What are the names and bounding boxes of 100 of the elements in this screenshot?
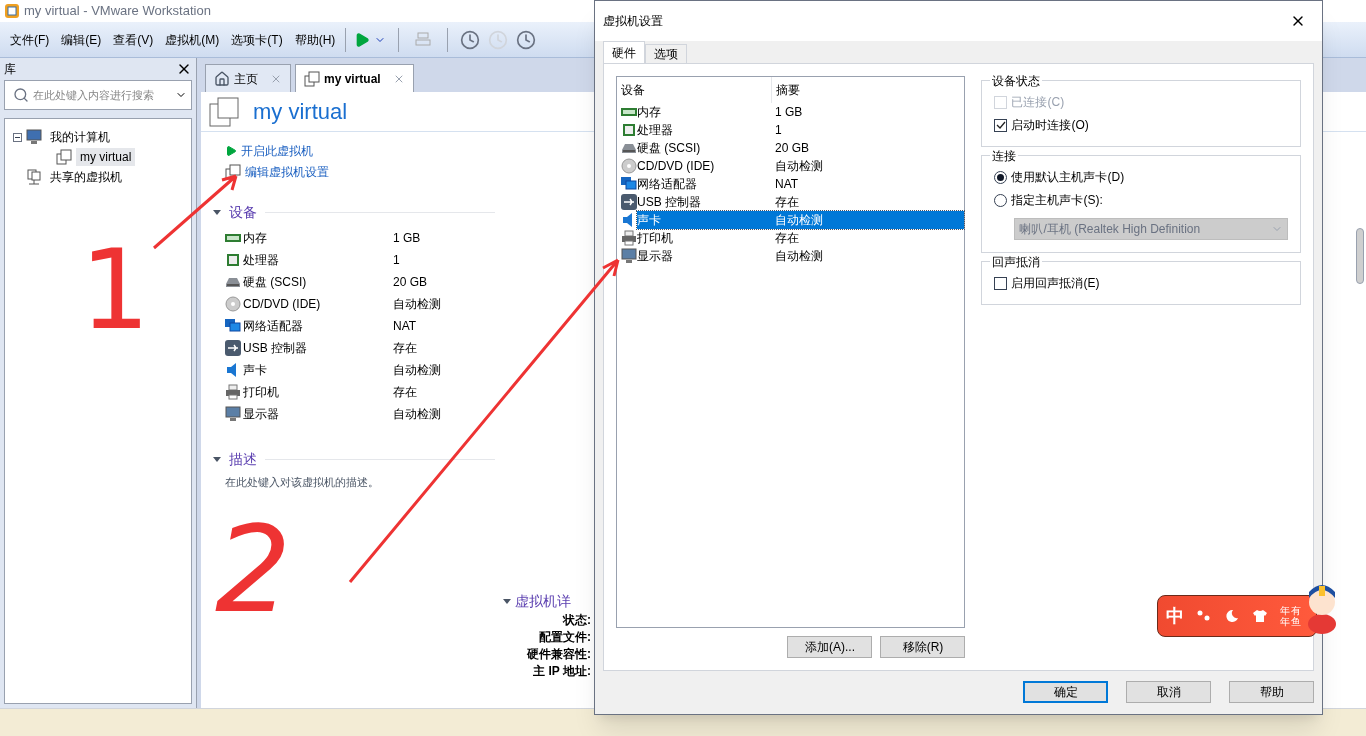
menu-item[interactable]: 文件(F) [4, 30, 56, 49]
usb-icon [225, 340, 241, 356]
menu-item[interactable]: 选项卡(T) [225, 30, 289, 49]
group-title: 回声抵消 [990, 253, 1043, 271]
column-header[interactable]: 摘要 [772, 77, 804, 103]
section-title[interactable]: 描述 [229, 449, 257, 470]
tab[interactable]: 选项 [645, 44, 687, 63]
device-row[interactable]: USB 控制器 存在 [637, 193, 965, 211]
disc-icon [225, 296, 241, 312]
dialog-button[interactable]: 确定 [1023, 681, 1108, 703]
section-title[interactable]: 设备 [229, 202, 257, 223]
device-name[interactable]: 内存 [243, 229, 393, 247]
device-row[interactable]: 内存 1 GB [637, 103, 965, 121]
printer-icon [621, 230, 637, 246]
chip-icon [621, 122, 637, 138]
list-button[interactable]: 移除(R) [880, 636, 966, 658]
checkbox-label: 启用回声抵消(E) [1011, 275, 1100, 292]
device-row[interactable]: 打印机 存在 [637, 229, 965, 247]
annotation-number: 1 [80, 235, 150, 345]
radio-label: 指定主机声卡(S): [1011, 192, 1103, 209]
menu-item[interactable]: 查看(V) [107, 30, 160, 49]
dialog-button[interactable]: 帮助 [1229, 681, 1314, 703]
usb-icon [621, 194, 637, 210]
tree-item[interactable]: 我的计算机 [46, 128, 114, 146]
detail-label: 配置文件: [539, 628, 591, 646]
printer-icon [225, 384, 241, 400]
home-icon [214, 70, 230, 87]
device-summary: NAT [393, 318, 417, 335]
radio-label: 使用默认主机声卡(D) [1011, 169, 1125, 186]
scrollbar-thumb[interactable] [1356, 228, 1364, 284]
menu-item[interactable]: 编辑(E) [55, 30, 108, 49]
panel-title: 库 [4, 61, 16, 78]
collapse-toggle-icon[interactable] [13, 132, 22, 142]
group-title: 连接 [990, 147, 1019, 165]
device-name[interactable]: 处理器 [243, 251, 393, 269]
device-summary: 1 GB [393, 230, 421, 247]
play-icon [225, 144, 237, 157]
network-icon [621, 176, 637, 192]
moon-icon [1224, 608, 1240, 624]
monitor-icon [225, 406, 241, 422]
section-title[interactable]: 虚拟机详 [515, 590, 571, 612]
device-summary: 存在 [393, 340, 417, 357]
column-header[interactable]: 设备 [617, 77, 772, 103]
device-row[interactable]: CD/DVD (IDE) 自动检测 [637, 157, 965, 175]
detail-label: 主 IP 地址: [533, 662, 591, 680]
tree-item[interactable]: 共享的虚拟机 [46, 168, 126, 186]
device-name[interactable]: 声卡 [243, 361, 393, 379]
device-summary: 自动检测 [393, 362, 441, 379]
vm-title: my virtual [253, 98, 348, 126]
device-summary: 自动检测 [393, 406, 441, 423]
checkbox[interactable] [994, 276, 1008, 290]
tree-item[interactable]: my virtual [76, 148, 136, 166]
device-row[interactable]: 网络适配器 NAT [637, 175, 965, 193]
device-summary: 存在 [393, 384, 417, 401]
window-title: my virtual - VMware Workstation [24, 2, 211, 21]
tab[interactable]: 硬件 [603, 41, 645, 63]
vm-icon [209, 95, 241, 128]
menu-item[interactable]: 虚拟机(M) [159, 30, 226, 49]
monitor-icon [621, 248, 637, 264]
detail-label: 状态: [563, 611, 591, 629]
caption-text: 有鱼 [1291, 605, 1301, 627]
search-bar[interactable]: 在此处键入内容进行搜索 [4, 80, 192, 110]
shirt-icon [1252, 608, 1268, 624]
tab[interactable]: my virtual [295, 64, 414, 92]
action-link[interactable]: 编辑虚拟机设置 [225, 161, 495, 182]
device-summary: 自动检测 [393, 296, 441, 313]
caption-text: 年年 [1280, 605, 1290, 627]
vm-icon [225, 163, 241, 180]
computer-icon [26, 129, 42, 145]
device-row[interactable]: 硬盘 (SCSI) 20 GB [637, 139, 965, 157]
device-row[interactable]: 声卡 自动检测 [637, 211, 965, 229]
input-method-bar[interactable]: 中 年年 有鱼 [1157, 595, 1317, 637]
network-icon [225, 318, 241, 334]
action-link[interactable]: 开启此虚拟机 [225, 140, 495, 161]
checkbox-label: 已连接(C) [1011, 94, 1065, 111]
device-name[interactable]: CD/DVD (IDE) [243, 295, 393, 313]
device-name[interactable]: 打印机 [243, 383, 393, 401]
app-logo-icon [4, 3, 20, 19]
device-summary: 20 GB [393, 274, 428, 291]
disc-icon [621, 158, 637, 174]
vm-icon [304, 70, 320, 87]
device-name[interactable]: 显示器 [243, 405, 393, 423]
device-name[interactable]: USB 控制器 [243, 339, 393, 357]
dialog-title: 虚拟机设置 [603, 13, 663, 30]
vm-icon [56, 149, 72, 165]
device-name[interactable]: 硬盘 (SCSI) [243, 273, 393, 291]
checkbox[interactable] [994, 118, 1008, 132]
tab[interactable]: 主页 [205, 64, 291, 92]
search-icon [13, 87, 29, 103]
device-row[interactable]: 处理器 1 [637, 121, 965, 139]
device-name[interactable]: 网络适配器 [243, 317, 393, 335]
annotation-number: 2 [215, 510, 292, 630]
group-title: 设备状态 [990, 72, 1043, 90]
play-icon [354, 31, 371, 48]
device-row[interactable]: 显示器 自动检测 [637, 247, 965, 265]
search-field[interactable]: 在此处键入内容进行搜索 [33, 86, 171, 104]
menu-item[interactable]: 帮助(H) [288, 30, 342, 49]
dialog-button[interactable]: 取消 [1126, 681, 1211, 703]
description-text[interactable]: 在此处键入对该虚拟机的描述。 [225, 474, 495, 491]
list-button[interactable]: 添加(A)... [787, 636, 873, 658]
